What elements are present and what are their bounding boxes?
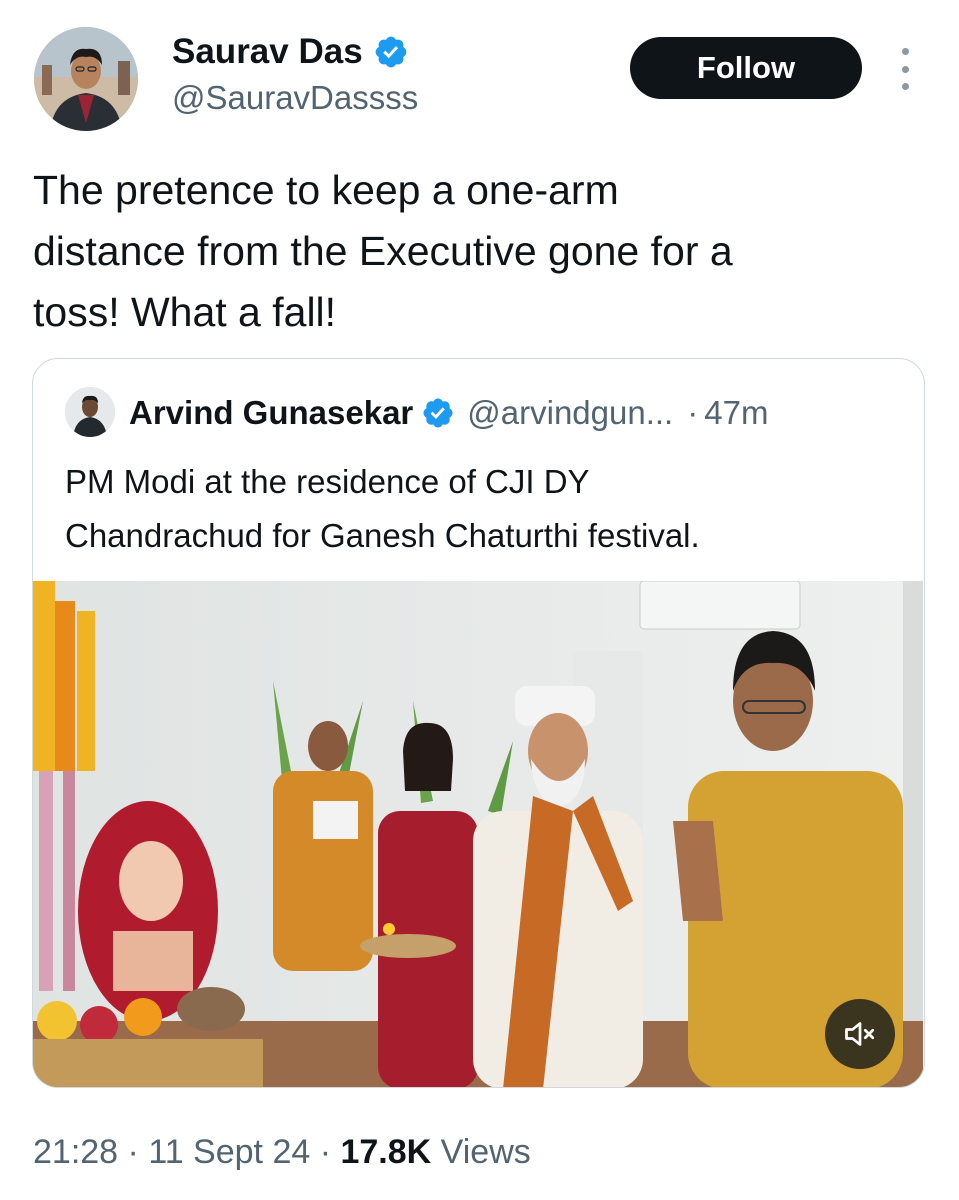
author-handle[interactable]: @SauravDassss [172,77,418,119]
quoted-author-name[interactable]: Arvind Gunasekar [129,394,413,432]
tweet-meta: 21:28 · 11 Sept 24 · 17.8K Views [33,1130,531,1174]
meta-separator: · [310,1133,341,1171]
quoted-separator: · [687,394,699,431]
speaker-muted-icon[interactable] [825,999,895,1069]
more-options-icon[interactable] [893,48,917,90]
quoted-author-handle[interactable]: @arvindgun... [467,394,673,432]
author-name[interactable]: Saurav Das [172,30,363,74]
author-avatar[interactable] [34,27,138,131]
views-count[interactable]: 17.8K [340,1133,431,1171]
mute-glyph [845,1022,875,1046]
quoted-header: Arvind Gunasekar @arvindgun... · 47m [129,389,768,437]
tweet-time[interactable]: 21:28 [33,1133,118,1171]
meta-separator: · [118,1133,149,1171]
views-label: Views [431,1133,531,1171]
quoted-time[interactable]: 47m [704,394,768,432]
verified-badge-icon [375,36,407,68]
quoted-avatar-photo [65,387,115,437]
quoted-tweet-card[interactable]: Arvind Gunasekar @arvindgun... · 47m PM … [32,358,925,1088]
follow-button[interactable]: Follow [630,37,862,99]
tweet-text: The pretence to keep a one-arm distance … [33,167,733,335]
tweet-date[interactable]: 11 Sept 24 [148,1133,310,1171]
quoted-author-avatar[interactable] [65,387,115,437]
verified-badge-icon [423,398,453,428]
avatar-photo [34,27,138,131]
quoted-tweet-text: PM Modi at the residence of CJI DY Chand… [65,463,700,554]
author-name-row[interactable]: Saurav Das [172,30,409,74]
quoted-video[interactable] [33,581,923,1087]
video-frame [33,581,923,1087]
